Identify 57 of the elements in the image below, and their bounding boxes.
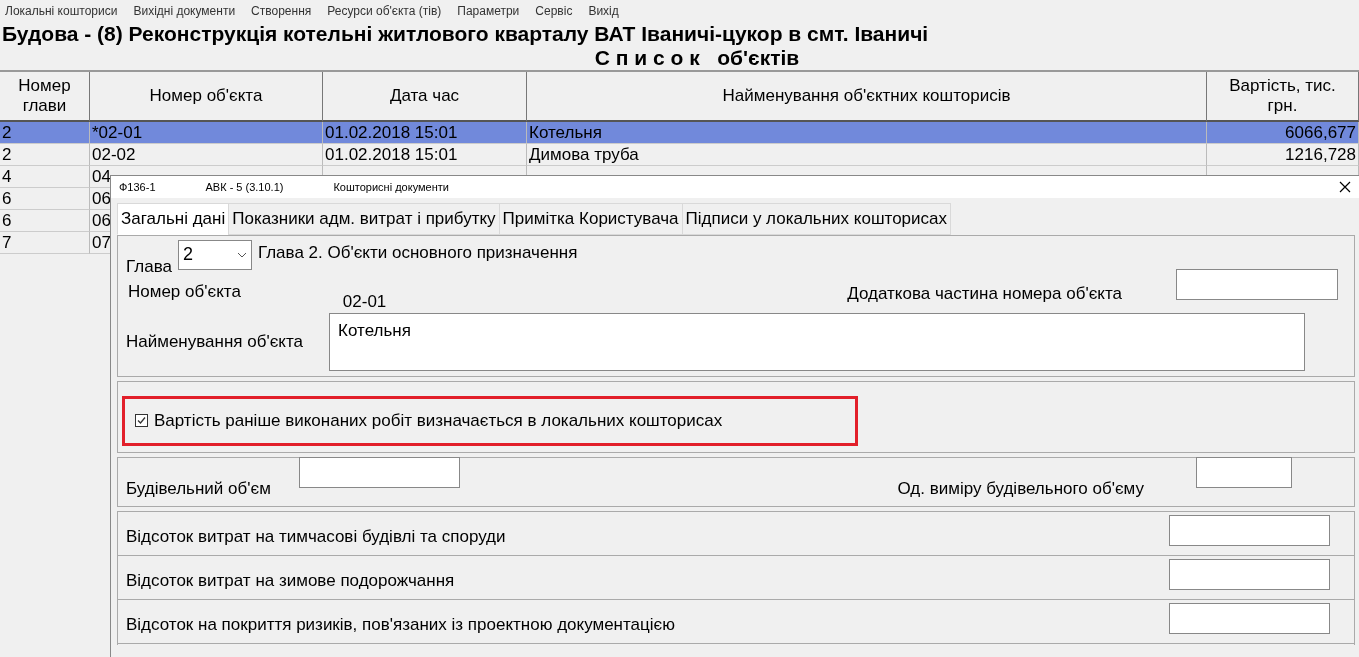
table-cell: 06 bbox=[92, 189, 111, 208]
menu-item[interactable]: Створення bbox=[251, 2, 312, 20]
page-title: Будова - (8) Реконструкція котельні житлового кварталу ВАТ Іваничі-цукор в смт. Іваничі bbox=[1, 22, 930, 46]
menu-item[interactable]: Параметри bbox=[457, 2, 520, 20]
input-field[interactable] bbox=[1169, 514, 1330, 546]
field-label: Найменування об'єкта bbox=[126, 330, 304, 353]
table-cell: *02-01 bbox=[92, 123, 143, 142]
table-cell: 01.02.2018 15:01 bbox=[325, 145, 458, 164]
table-cell: 01.02.2018 15:01 bbox=[325, 123, 458, 142]
menu-item[interactable]: Вихідні документи bbox=[133, 2, 236, 20]
chapter-name: Глава 2. Об'єкти основного призначення bbox=[257, 241, 578, 264]
menu-item[interactable]: Вихід bbox=[588, 2, 619, 20]
list-heading: С п и с о к об'єктів bbox=[594, 46, 800, 69]
tab[interactable]: Примітка Користувача bbox=[498, 203, 683, 235]
field-label: Будівельний об'єм bbox=[126, 478, 271, 500]
menu-item[interactable]: Сервіс bbox=[535, 2, 573, 20]
input-field[interactable] bbox=[1169, 602, 1330, 634]
field-label: Од. виміру будівельного об'єму bbox=[897, 478, 1144, 500]
table-cell: 07 bbox=[92, 233, 111, 252]
table-cell: 2 bbox=[2, 123, 12, 142]
window-title: Кошторисні документи bbox=[333, 179, 449, 195]
table-cell: 2 bbox=[2, 145, 12, 164]
table-cell: 02-02 bbox=[92, 145, 136, 164]
table-cell: 06 bbox=[92, 211, 111, 230]
table-cell: 04 bbox=[92, 167, 111, 186]
name-field[interactable]: Котельня bbox=[329, 312, 1306, 371]
field-label: Додаткова частина номера об'єкта bbox=[847, 283, 1122, 305]
field-label: Глава bbox=[126, 255, 172, 278]
tab[interactable]: Показники адм. витрат і прибутку bbox=[228, 203, 500, 235]
field-label: Відсоток на покриття ризиків, пов'язаних із проектною документацією bbox=[126, 614, 675, 636]
table-cell: 6066,677 bbox=[1285, 123, 1356, 142]
input-field[interactable] bbox=[298, 456, 460, 488]
table-cell: 7 bbox=[2, 233, 12, 252]
field-label: Відсоток витрат на тимчасові будівлі та споруди bbox=[126, 526, 506, 548]
field-label: Відсоток витрат на зимове подорожчання bbox=[126, 570, 455, 592]
checkbox[interactable] bbox=[135, 414, 148, 427]
table-cell: 6 bbox=[2, 211, 12, 230]
table-cell: Димова труба bbox=[529, 145, 639, 164]
table-cell: Котельня bbox=[529, 123, 602, 142]
table-cell: 1216,728 bbox=[1285, 145, 1356, 164]
tab[interactable]: Загальні дані bbox=[117, 203, 230, 235]
chapter-select[interactable]: 2 bbox=[177, 239, 252, 270]
window-title: Ф136-1 bbox=[119, 179, 156, 195]
menu-item[interactable]: Ресурси об'єкта (тів) bbox=[327, 2, 442, 20]
tab[interactable]: Підписи у локальних кошторисах bbox=[681, 203, 951, 235]
checkbox-label: Вартість раніше виконаних робіт визначається в локальних кошторисах bbox=[154, 409, 723, 432]
caret-icon bbox=[236, 251, 247, 258]
input-field[interactable] bbox=[1196, 456, 1292, 488]
input-field[interactable] bbox=[1176, 269, 1338, 300]
close-icon[interactable] bbox=[1339, 181, 1351, 193]
object-number: 02-01 bbox=[342, 291, 387, 313]
field-label: Номер об'єкта bbox=[128, 281, 241, 303]
input-field[interactable] bbox=[1169, 558, 1330, 590]
menu-item[interactable]: Локальні кошториси bbox=[5, 2, 118, 20]
table-cell: 4 bbox=[2, 167, 12, 186]
table-cell: 6 bbox=[2, 189, 12, 208]
window-title: АВК - 5 (3.10.1) bbox=[205, 179, 284, 195]
